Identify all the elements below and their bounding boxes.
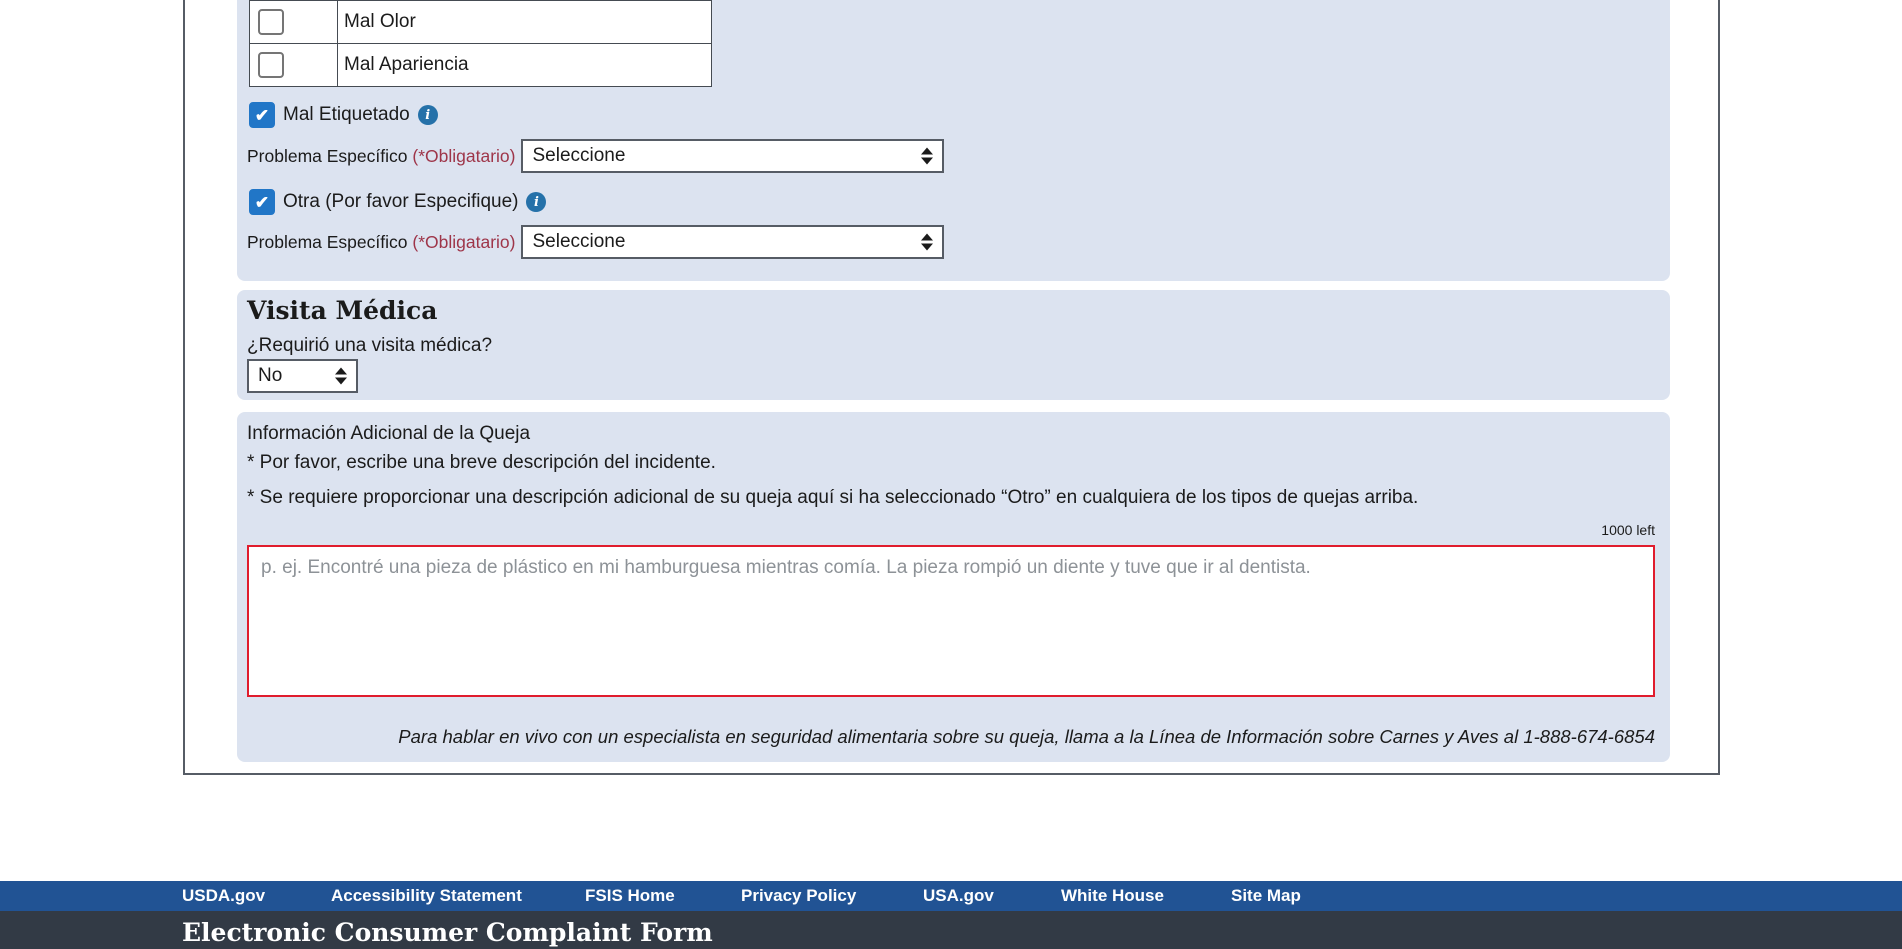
complaint-types-panel: Mal Olor Mal Apariencia ✔ Mal Etiquetado… [237,0,1670,281]
otra-checkbox[interactable]: ✔ [249,189,275,215]
characters-remaining-counter: 1000 left [1601,522,1655,538]
checkbox-label: Otra (Por favor Especifique) [283,191,519,212]
footer-link-white-house[interactable]: White House [1061,881,1164,911]
checkbox-label: Mal Etiquetado [283,104,410,125]
select-spinner-icon [335,367,347,385]
otro-instruction: * Se requiere proporcionar una descripci… [247,487,1419,508]
select-value: No [258,365,283,386]
mal-etiquetado-row: ✔ Mal Etiquetado i [249,102,438,128]
select-value: Seleccione [532,145,626,166]
row-label: Mal Apariencia [344,54,469,75]
mal-apariencia-checkbox[interactable] [258,52,284,78]
table-row: Mal Apariencia [250,44,711,87]
complaint-form-page: Mal Olor Mal Apariencia ✔ Mal Etiquetado… [0,0,1902,949]
checkbox-cell [250,1,338,43]
complaint-description-textarea[interactable] [247,545,1655,697]
required-note: (*Obligatario) [412,231,516,252]
footer-link-usda[interactable]: USDA.gov [182,881,265,911]
additional-info-heading: Información Adicional de la Queja [247,423,531,444]
footer-link-site-map[interactable]: Site Map [1231,881,1301,911]
footer-form-title: Electronic Consumer Complaint Form [182,918,713,947]
checkbox-cell [250,44,338,86]
required-note: (*Obligatario) [412,145,516,166]
additional-info-panel: Información Adicional de la Queja * Por … [237,412,1670,762]
table-row: Mal Olor [250,1,711,44]
select-spinner-icon [921,233,934,251]
hotline-note: Para hablar en vivo con un especialista … [398,726,1655,747]
mal-olor-checkbox[interactable] [258,9,284,35]
medical-visit-heading: Visita Médica [247,296,438,325]
footer-title-bar: Electronic Consumer Complaint Form [0,911,1902,949]
footer-link-privacy[interactable]: Privacy Policy [741,881,856,911]
medical-visit-select[interactable]: No [247,359,358,393]
medical-visit-question: ¿Requirió una visita médica? [247,335,493,356]
checkmark-icon: ✔ [254,192,270,212]
footer-link-usa-gov[interactable]: USA.gov [923,881,994,911]
info-icon[interactable]: i [526,192,547,212]
problem-select-1[interactable]: Seleccione [521,139,945,173]
checkmark-icon: ✔ [254,105,270,125]
problem-select-row-2: Problema Específico (*Obligatario) Selec… [247,225,945,259]
select-value: Seleccione [532,231,626,252]
footer-link-fsis-home[interactable]: FSIS Home [585,881,675,911]
footer-link-accessibility[interactable]: Accessibility Statement [331,881,522,911]
complaint-types-table: Mal Olor Mal Apariencia [249,0,712,87]
info-icon[interactable]: i [417,105,438,125]
row-label: Mal Olor [344,11,416,32]
footer-links-bar: USDA.gov Accessibility Statement FSIS Ho… [0,881,1902,911]
otra-row: ✔ Otra (Por favor Especifique) i [249,189,547,215]
mal-etiquetado-checkbox[interactable]: ✔ [249,102,275,128]
problem-select-row-1: Problema Específico (*Obligatario) Selec… [247,139,945,173]
problem-label: Problema Específico (*Obligatario) [247,231,516,252]
select-spinner-icon [921,147,934,165]
problem-select-2[interactable]: Seleccione [521,225,945,259]
problem-label: Problema Específico (*Obligatario) [247,145,516,166]
description-instruction: * Por favor, escribe una breve descripci… [247,452,716,473]
medical-visit-panel: Visita Médica ¿Requirió una visita médic… [237,290,1670,400]
